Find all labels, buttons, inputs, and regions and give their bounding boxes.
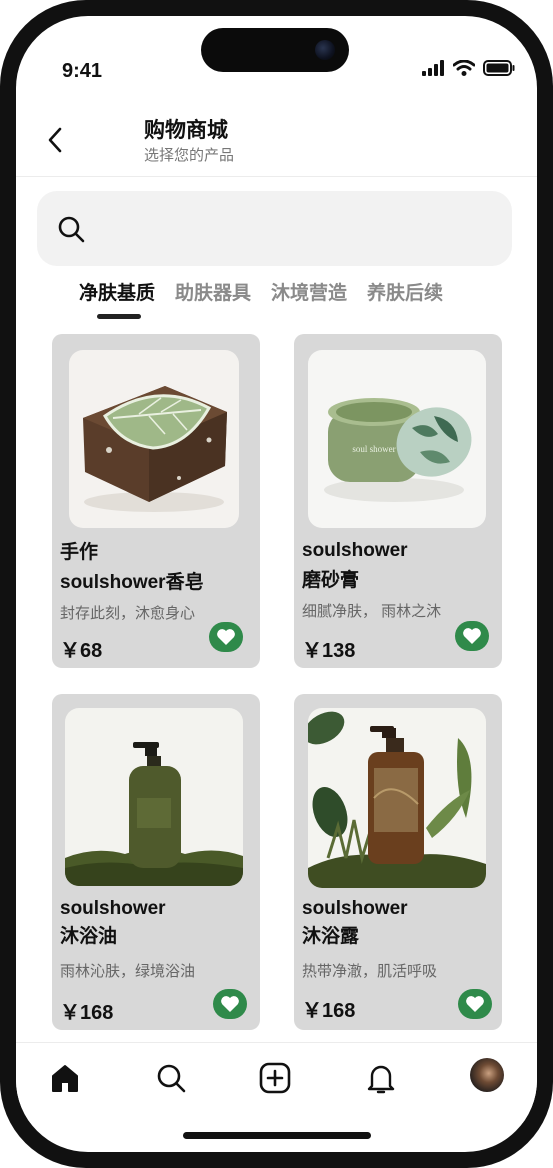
favorite-button[interactable]	[455, 621, 489, 651]
product-card[interactable]: soulshower 沐浴露 热带净澈，肌活呼吸 ￥168	[294, 694, 502, 1030]
add-icon	[259, 1062, 291, 1094]
product-name-line2: 沐浴露	[302, 926, 360, 947]
home-indicator	[183, 1132, 371, 1139]
search-bar[interactable]	[37, 191, 512, 266]
tab-cleansing[interactable]: 净肤基质	[79, 278, 155, 305]
heart-icon	[217, 629, 235, 645]
screen: 9:41 购物商城 选择您的产品 净肤基质 助肤器具 沐境营造 养肤后续 手作 …	[16, 16, 537, 1152]
nav-search[interactable]	[154, 1061, 188, 1095]
product-price: ￥168	[302, 1000, 356, 1022]
dynamic-island	[201, 28, 349, 72]
product-image-shower-gel	[308, 708, 486, 888]
active-tab-indicator	[97, 314, 141, 319]
search-icon	[157, 1064, 186, 1093]
product-image-soap	[69, 350, 239, 528]
tab-ambience[interactable]: 沐境营造	[271, 278, 347, 305]
product-name-line2: 沐浴油	[60, 926, 118, 947]
page-subtitle: 选择您的产品	[144, 147, 235, 164]
product-price: ￥68	[60, 640, 103, 662]
product-desc: 细腻净肤， 雨林之沐	[302, 603, 442, 620]
product-desc: 雨林沁肤，绿境浴油	[60, 963, 196, 980]
wifi-icon	[453, 60, 475, 76]
status-time: 9:41	[62, 60, 103, 82]
back-button[interactable]	[42, 124, 70, 156]
product-price: ￥168	[60, 1002, 114, 1024]
phone-frame: 9:41 购物商城 选择您的产品 净肤基质 助肤器具 沐境营造 养肤后续 手作 …	[0, 0, 553, 1168]
category-tabs: 净肤基质 助肤器具 沐境营造 养肤后续	[79, 278, 443, 305]
product-name-line1: soulshower	[302, 540, 408, 561]
nav-notifications[interactable]	[364, 1061, 398, 1095]
product-price: ￥138	[302, 640, 356, 662]
signal-icon	[422, 60, 444, 76]
page-title: 购物商城	[144, 119, 228, 142]
search-input[interactable]	[101, 211, 495, 249]
product-name-line1: soulshower	[302, 898, 408, 919]
heart-icon	[463, 628, 481, 644]
bell-icon	[367, 1065, 395, 1094]
product-name-line1: 手作	[60, 542, 99, 563]
jar-label: soul shower	[352, 444, 395, 454]
home-icon	[52, 1065, 78, 1092]
search-icon	[58, 216, 85, 243]
battery-icon	[483, 60, 515, 76]
nav-home[interactable]	[48, 1061, 82, 1095]
product-image-scrub: soul shower	[308, 350, 486, 528]
tab-aftercare[interactable]: 养肤后续	[367, 278, 443, 305]
favorite-button[interactable]	[458, 989, 492, 1019]
status-icons	[421, 60, 515, 76]
nav-add[interactable]	[258, 1061, 292, 1095]
header: 购物商城 选择您的产品	[16, 112, 537, 177]
product-name-line2: soulshower香皂	[60, 572, 204, 593]
product-card[interactable]: 手作 soulshower香皂 封存此刻，沐愈身心 ￥68	[52, 334, 260, 668]
bottom-nav	[16, 1042, 537, 1123]
avatar[interactable]	[470, 1058, 504, 1092]
product-name-line1: soulshower	[60, 898, 166, 919]
camera-icon	[315, 40, 335, 60]
heart-icon	[221, 996, 239, 1012]
favorite-button[interactable]	[213, 989, 247, 1019]
product-desc: 封存此刻，沐愈身心	[60, 605, 196, 622]
product-card[interactable]: soulshower 沐浴油 雨林沁肤，绿境浴油 ￥168	[52, 694, 260, 1030]
chevron-left-icon	[48, 127, 62, 153]
product-desc: 热带净澈，肌活呼吸	[302, 963, 438, 980]
favorite-button[interactable]	[209, 622, 243, 652]
tab-tools[interactable]: 助肤器具	[175, 278, 251, 305]
heart-icon	[466, 996, 484, 1012]
product-card[interactable]: soul shower soulshower 磨砂膏 细腻净肤， 雨林之沐 ￥1…	[294, 334, 502, 668]
product-image-bath-oil	[65, 708, 243, 886]
product-name-line2: 磨砂膏	[302, 570, 360, 591]
